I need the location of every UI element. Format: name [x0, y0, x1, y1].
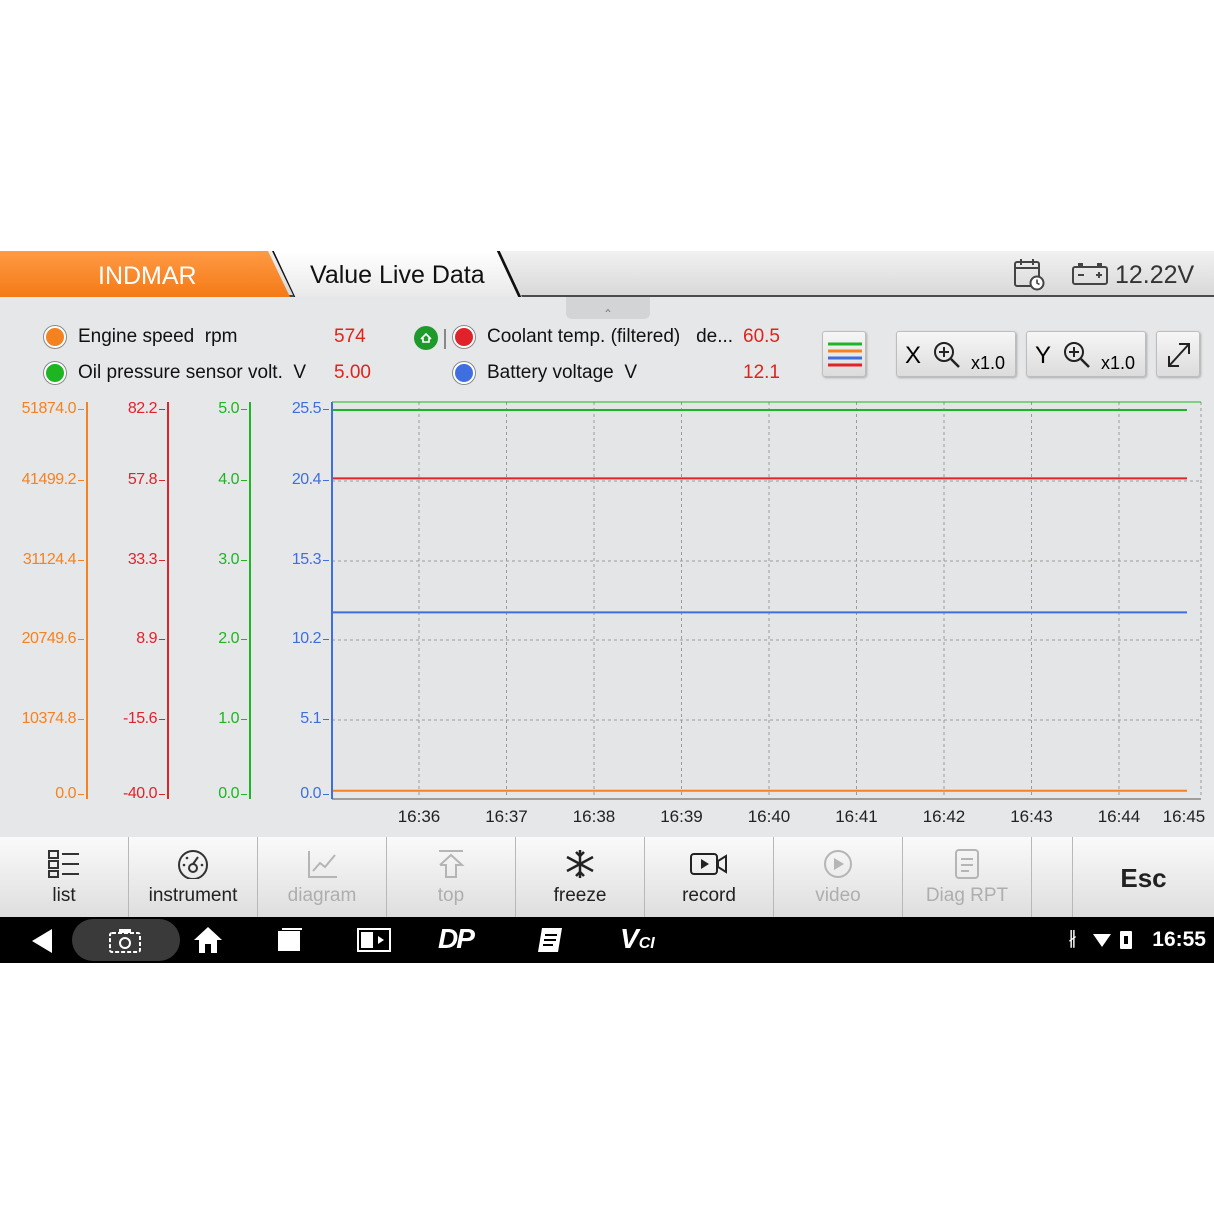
diag-report-button-label: Diag RPT	[925, 885, 1009, 906]
freeze-button-label: freeze	[553, 885, 607, 906]
dp-app-icon[interactable]: DP	[438, 923, 475, 955]
diagram-button[interactable]: diagram	[258, 837, 387, 917]
diag-report-button[interactable]: Diag RPT	[903, 837, 1032, 917]
top-button[interactable]: top	[387, 837, 516, 917]
freeze-button[interactable]: freeze	[516, 837, 645, 917]
x-tick-label: 16:43	[1010, 807, 1053, 826]
x-tick-label: 16:38	[573, 807, 616, 826]
esc-button-label: Esc	[1120, 863, 1167, 893]
record-button[interactable]: record	[645, 837, 774, 917]
plot-area	[332, 402, 1201, 795]
x-tick-label: 16:45	[1163, 807, 1206, 826]
x-tick-label: 16:36	[398, 807, 441, 826]
report-icon	[955, 849, 979, 879]
diagram-icon	[308, 851, 337, 878]
clock: 16:55	[1152, 928, 1206, 951]
snowflake-icon	[566, 850, 594, 878]
recent-apps-icon[interactable]	[276, 927, 304, 953]
camera-record-icon	[690, 853, 727, 875]
sim-battery-icon	[1120, 931, 1132, 949]
system-navigation-bar: DP VCI ∦ 16:55	[0, 917, 1214, 963]
line-chart[interactable]: 16:36 16:37 16:38 16:39 16:40 16:41 16:42 16:43…	[0, 251, 1214, 837]
play-circle-icon	[824, 850, 852, 878]
vci-app-icon[interactable]: VCI	[620, 923, 655, 955]
x-tick-label: 16:39	[660, 807, 703, 826]
home-icon[interactable]	[192, 925, 224, 955]
video-button-label: video	[815, 885, 861, 906]
top-button-label: top	[437, 885, 465, 906]
instrument-button[interactable]: instrument	[129, 837, 258, 917]
x-tick-label: 16:40	[748, 807, 791, 826]
bottom-toolbar: list instrument diagram top freeze recor…	[0, 837, 1214, 917]
display-toggle-icon[interactable]	[356, 926, 392, 954]
instrument-button-label: instrument	[148, 885, 238, 906]
app-screen: INDMAR Value Live Data 12.22V ‸ Engine s…	[0, 251, 1214, 963]
gauge-icon	[178, 850, 208, 879]
video-button[interactable]: video	[774, 837, 903, 917]
list-button[interactable]: list	[0, 837, 129, 917]
back-icon[interactable]	[28, 927, 56, 955]
screenshot-button[interactable]	[72, 919, 180, 961]
record-button-label: record	[682, 885, 736, 906]
list-button-label: list	[52, 885, 76, 906]
wifi-icon	[1093, 934, 1111, 947]
x-tick-label: 16:41	[835, 807, 878, 826]
camera-icon	[109, 929, 141, 953]
bluetooth-icon: ∦	[1068, 928, 1077, 948]
x-tick-label: 16:44	[1098, 807, 1141, 826]
esc-button[interactable]: Esc	[1072, 837, 1214, 917]
manual-book-icon[interactable]	[536, 925, 566, 955]
arrow-top-icon	[439, 850, 465, 878]
x-tick-label: 16:42	[923, 807, 966, 826]
diagram-button-label: diagram	[287, 885, 357, 906]
x-tick-label: 16:37	[485, 807, 528, 826]
list-icon	[48, 850, 79, 878]
